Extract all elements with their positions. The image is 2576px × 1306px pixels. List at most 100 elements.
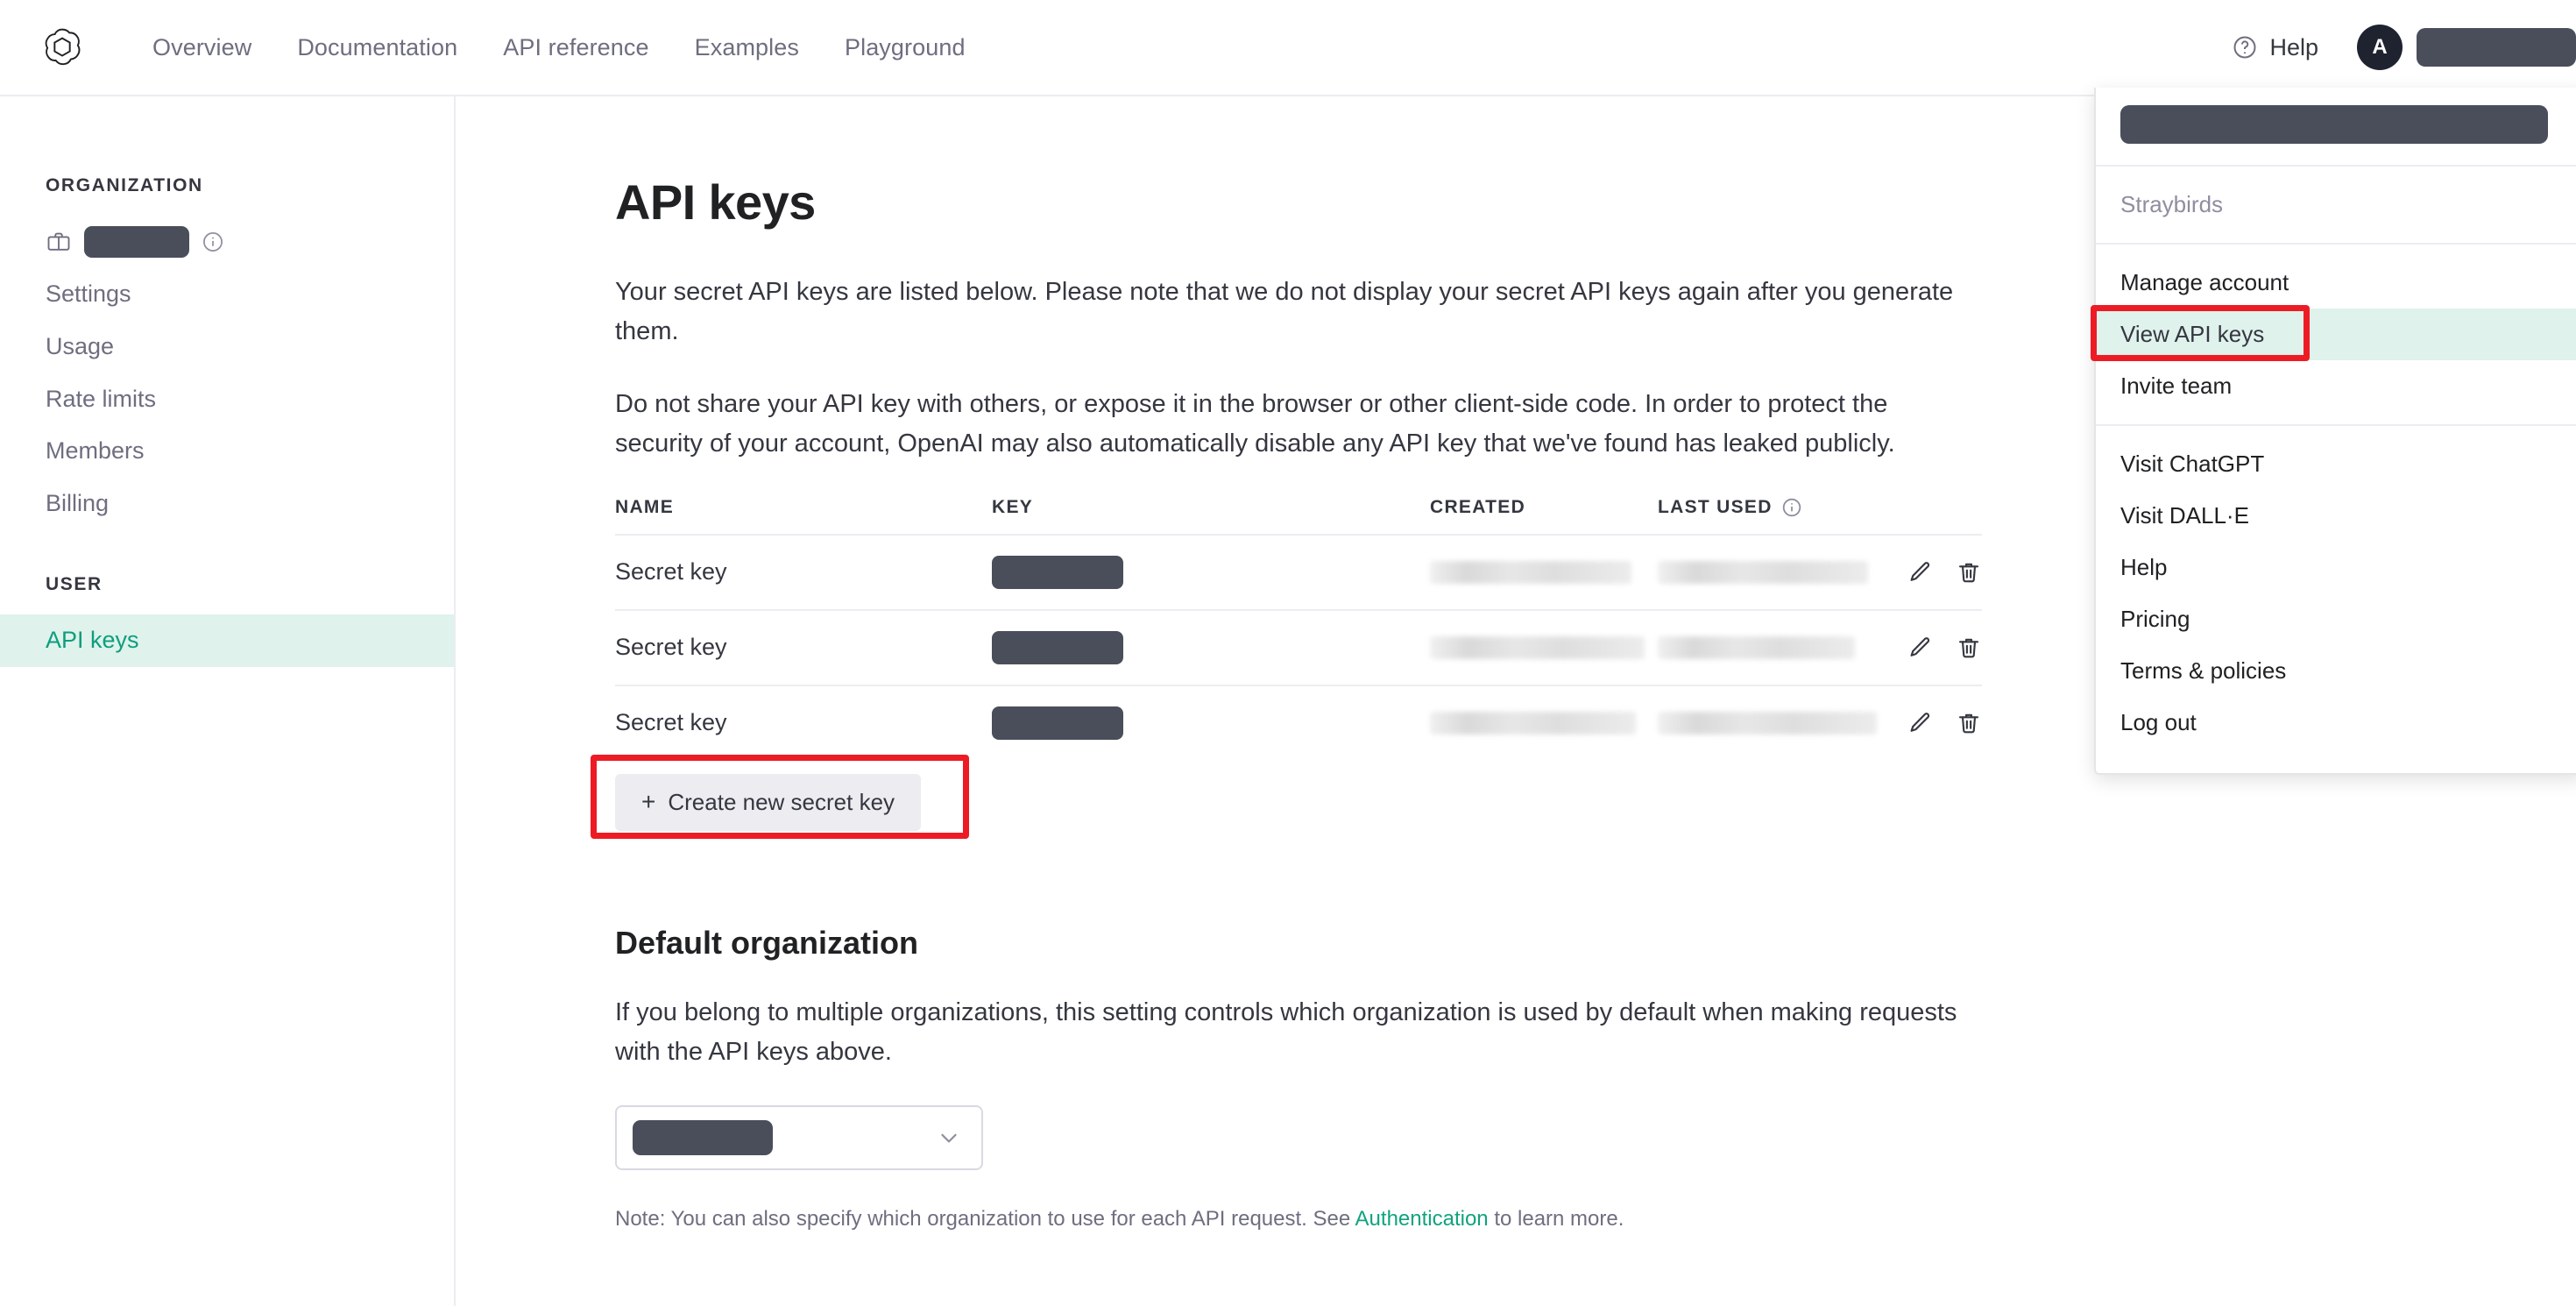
authentication-link[interactable]: Authentication	[1355, 1207, 1489, 1231]
dropdown-item-terms-policies[interactable]: Terms & policies	[2096, 645, 2576, 697]
trash-icon[interactable]	[1956, 710, 1982, 736]
key-value-redacted[interactable]	[992, 706, 1123, 740]
sidebar-org-selector[interactable]	[0, 216, 454, 268]
table-row: Secret key	[615, 533, 1982, 609]
default-organization-select[interactable]	[615, 1104, 983, 1170]
plus-icon: +	[641, 788, 656, 816]
sidebar-item-api-keys[interactable]: API keys	[0, 614, 454, 667]
avatar[interactable]: A	[2357, 25, 2403, 70]
dropdown-user-name-redacted	[2120, 105, 2548, 144]
briefcase-icon	[46, 229, 72, 255]
create-key-area: + Create new secret key	[591, 754, 1982, 844]
dropdown-item-visit-dalle[interactable]: Visit DALL·E	[2096, 490, 2576, 542]
info-circle-icon[interactable]	[202, 231, 224, 253]
create-new-secret-key-label: Create new secret key	[668, 788, 895, 815]
dropdown-account-group: Manage account View API keys Invite team	[2091, 245, 2576, 424]
key-name: Secret key	[615, 634, 727, 661]
sidebar-item-settings[interactable]: Settings	[0, 268, 454, 321]
note-suffix: to learn more.	[1488, 1206, 1624, 1231]
created-blurred	[1430, 635, 1645, 659]
sidebar-item-usage[interactable]: Usage	[0, 321, 454, 373]
info-circle-icon[interactable]	[1781, 497, 1802, 518]
pencil-icon[interactable]	[1907, 559, 1933, 586]
dropdown-item-view-api-keys[interactable]: View API keys	[2096, 309, 2576, 360]
trash-icon[interactable]	[1956, 559, 1982, 586]
top-navigation-bar: Overview Documentation API reference Exa…	[0, 0, 2576, 96]
sidebar-item-billing[interactable]: Billing	[0, 478, 454, 530]
key-value-cell	[992, 555, 1430, 589]
table-row: Secret key	[615, 608, 1982, 685]
dropdown-item-organization[interactable]: Straybirds	[2096, 179, 2576, 231]
nav-item-api-reference[interactable]: API reference	[480, 25, 671, 70]
column-header-key: KEY	[992, 496, 1034, 517]
nav-item-playground[interactable]: Playground	[822, 25, 988, 70]
help-button[interactable]: Help	[2232, 34, 2318, 61]
last-used-blurred	[1658, 560, 1868, 584]
help-label: Help	[2269, 33, 2318, 60]
create-new-secret-key-button[interactable]: + Create new secret key	[615, 773, 922, 831]
table-row: Secret key	[615, 684, 1982, 760]
trash-icon[interactable]	[1956, 635, 1982, 661]
key-value-cell	[992, 630, 1430, 664]
key-value-cell	[992, 706, 1430, 740]
dropdown-item-pricing[interactable]: Pricing	[2096, 593, 2576, 645]
last-used-cell	[1658, 635, 1903, 659]
key-value-redacted[interactable]	[992, 630, 1123, 664]
last-used-cell	[1658, 560, 1903, 584]
dropdown-links-group: Visit ChatGPT Visit DALL·E Help Pricing …	[2096, 426, 2576, 761]
dropdown-item-view-api-keys-wrap: View API keys	[2091, 305, 2576, 361]
column-header-name: NAME	[615, 496, 675, 517]
question-circle-icon	[2232, 34, 2258, 60]
key-name: Secret key	[615, 709, 727, 736]
dropdown-item-log-out[interactable]: Log out	[2096, 697, 2576, 749]
row-actions	[1903, 710, 1982, 736]
default-organization-note: Note: You can also specify which organiz…	[615, 1207, 1982, 1231]
sidebar-item-members[interactable]: Members	[0, 425, 454, 478]
row-actions	[1903, 635, 1982, 661]
key-value-redacted[interactable]	[992, 555, 1123, 589]
last-used-cell	[1658, 711, 1903, 735]
last-used-blurred	[1658, 711, 1877, 735]
dropdown-item-invite-team[interactable]: Invite team	[2096, 360, 2576, 412]
sidebar-heading-user: USER	[46, 573, 103, 594]
created-cell	[1430, 560, 1658, 584]
created-blurred	[1430, 560, 1631, 584]
column-header-created: CREATED	[1430, 496, 1526, 517]
default-organization-description: If you belong to multiple organizations,…	[615, 997, 1957, 1066]
topbar-right-cluster: Help A	[2232, 25, 2576, 70]
pencil-icon[interactable]	[1907, 635, 1933, 661]
note-prefix: Note: You can also specify which organiz…	[615, 1206, 1355, 1231]
avatar-initial: A	[2372, 35, 2388, 59]
api-keys-table: NAME KEY CREATED LAST USED Secret key Se…	[615, 497, 1982, 760]
key-name: Secret key	[615, 558, 727, 586]
sidebar: ORGANIZATION Settings Usage Rate limits	[0, 96, 456, 1306]
chevron-down-icon	[936, 1125, 962, 1151]
created-cell	[1430, 635, 1658, 659]
org-name-redacted	[84, 226, 189, 258]
pencil-icon[interactable]	[1907, 710, 1933, 736]
sidebar-heading-organization: ORGANIZATION	[46, 175, 203, 195]
dropdown-item-visit-chatgpt[interactable]: Visit ChatGPT	[2096, 438, 2576, 490]
dropdown-item-manage-account[interactable]: Manage account	[2096, 257, 2576, 309]
column-header-last-used: LAST USED	[1658, 497, 1903, 518]
intro-paragraph-1: Your secret API keys are listed below. P…	[615, 278, 1954, 345]
table-header-row: NAME KEY CREATED LAST USED	[615, 497, 1982, 534]
default-organization-title: Default organization	[615, 924, 919, 961]
user-name-redacted[interactable]	[2417, 28, 2576, 67]
nav-item-overview[interactable]: Overview	[130, 25, 274, 70]
last-used-blurred	[1658, 635, 1855, 659]
nav-item-examples[interactable]: Examples	[672, 25, 822, 70]
sidebar-item-rate-limits[interactable]: Rate limits	[0, 373, 454, 426]
dropdown-org-group: Straybirds	[2096, 167, 2576, 243]
row-actions	[1903, 559, 1982, 586]
account-dropdown-menu: Straybirds Manage account View API keys …	[2091, 88, 2576, 775]
openai-logo-icon[interactable]	[37, 22, 88, 73]
selected-organization-redacted	[633, 1119, 773, 1155]
main-nav-list: Overview Documentation API reference Exa…	[130, 25, 988, 70]
created-blurred	[1430, 711, 1636, 735]
api-keys-page: Overview Documentation API reference Exa…	[0, 0, 2576, 1306]
column-header-last-used-label: LAST USED	[1658, 496, 1773, 517]
nav-item-documentation[interactable]: Documentation	[274, 25, 480, 70]
dropdown-item-help[interactable]: Help	[2096, 542, 2576, 593]
